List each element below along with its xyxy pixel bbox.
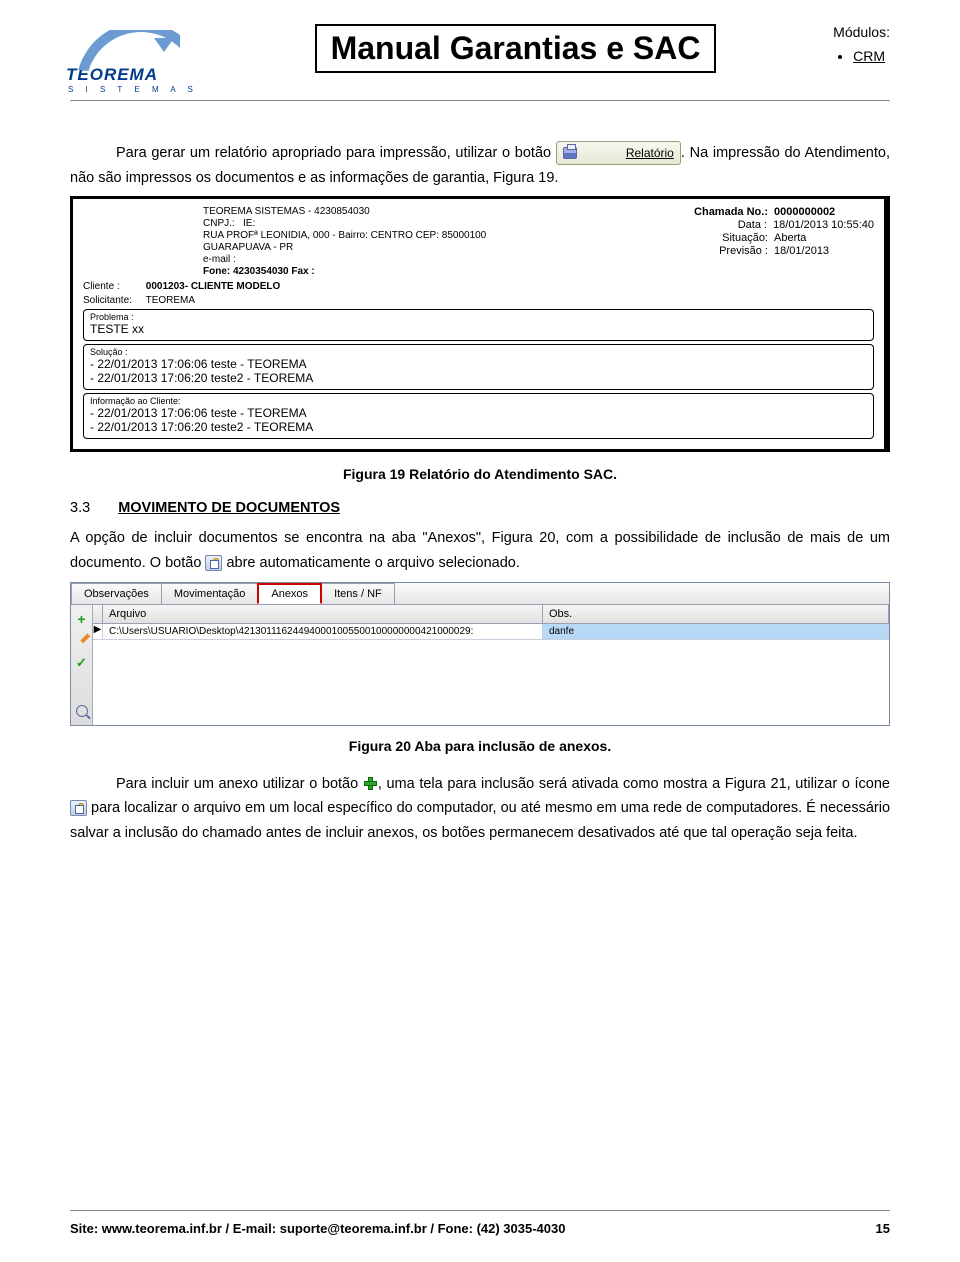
report-email: e-mail : bbox=[203, 254, 486, 265]
check-icon: ✓ bbox=[76, 655, 87, 671]
paragraph-intro: Para gerar um relatório apropriado para … bbox=[70, 141, 890, 190]
pencil-icon bbox=[76, 635, 88, 647]
add-anexo-button[interactable]: + bbox=[74, 611, 90, 627]
modules-block: Módulos: CRM bbox=[833, 24, 890, 64]
anexos-row[interactable]: ▶ C:\Users\USUARIO\Desktop\4213011162449… bbox=[93, 624, 889, 640]
report-solicitante-row: Solicitante: TEOREMA bbox=[83, 295, 874, 306]
paragraph-2b: abre automaticamente o arquivo seleciona… bbox=[226, 555, 519, 571]
figure-19-caption: Figura 19 Relatório do Atendimento SAC. bbox=[70, 466, 890, 482]
anexos-grid: Arquivo Obs. ▶ C:\Users\USUARIO\Desktop\… bbox=[93, 605, 889, 725]
section-title: MOVIMENTO DE DOCUMENTOS bbox=[118, 500, 340, 516]
manual-title: Manual Garantias e SAC bbox=[315, 24, 717, 73]
column-arquivo[interactable]: Arquivo bbox=[103, 605, 543, 623]
page-footer: Site: www.teorema.inf.br / E-mail: supor… bbox=[70, 1210, 890, 1236]
header-separator bbox=[70, 100, 890, 101]
confirm-anexo-button[interactable]: ✓ bbox=[74, 655, 90, 671]
report-company-block: TEOREMA SISTEMAS - 4230854030 CNPJ.: IE:… bbox=[203, 205, 486, 278]
report-company: TEOREMA SISTEMAS - 4230854030 bbox=[203, 206, 486, 217]
plus-icon: + bbox=[77, 612, 85, 626]
cell-arquivo: C:\Users\USUARIO\Desktop\421301116244940… bbox=[103, 624, 543, 639]
relatorio-button[interactable]: Relatório bbox=[556, 141, 681, 165]
figure-20-caption: Figura 20 Aba para inclusão de anexos. bbox=[70, 738, 890, 754]
tab-observacoes[interactable]: Observações bbox=[71, 583, 162, 604]
footer-separator bbox=[70, 1210, 890, 1211]
report-phone: Fone: 4230354030 Fax : bbox=[203, 266, 486, 277]
open-file-icon[interactable] bbox=[205, 555, 222, 571]
report-info-box: Informação ao Cliente: - 22/01/2013 17:0… bbox=[83, 393, 874, 439]
anexos-toolbar: + ✓ bbox=[71, 605, 93, 725]
report-screenshot: TEOREMA SISTEMAS - 4230854030 CNPJ.: IE:… bbox=[70, 196, 890, 452]
section-heading: 3.3 MOVIMENTO DE DOCUMENTOS bbox=[70, 500, 890, 516]
logo: TEOREMA S I S T E M A S bbox=[70, 30, 198, 94]
report-problema-box: Problema : TESTE xx bbox=[83, 309, 874, 341]
plus-icon-inline[interactable] bbox=[363, 776, 378, 791]
modules-label: Módulos: bbox=[833, 24, 890, 40]
logo-arc-icon bbox=[70, 30, 180, 70]
column-obs[interactable]: Obs. bbox=[543, 605, 889, 623]
report-address: RUA PROFª LEONIDIA, 000 - Bairro: CENTRO… bbox=[203, 230, 486, 241]
paragraph-anexo-howto: Para incluir um anexo utilizar o botão ,… bbox=[70, 772, 890, 846]
report-solucao-box: Solução : - 22/01/2013 17:06:06 teste - … bbox=[83, 344, 874, 390]
paragraph-3c: para localizar o arquivo em um local esp… bbox=[70, 800, 890, 841]
footer-contact: Site: www.teorema.inf.br / E-mail: supor… bbox=[70, 1221, 565, 1236]
page-number: 15 bbox=[876, 1221, 890, 1236]
paragraph-anexos-intro: A opção de incluir documentos se encontr… bbox=[70, 526, 890, 575]
tab-movimentacao[interactable]: Movimentação bbox=[161, 583, 259, 604]
report-meta-block: Chamada No.:0000000002 Data :18/01/2013 … bbox=[687, 205, 874, 278]
logo-subtitle: S I S T E M A S bbox=[68, 85, 198, 94]
paragraph-intro-a: Para gerar um relatório apropriado para … bbox=[116, 145, 556, 161]
relatorio-button-label: Relatório bbox=[580, 143, 674, 163]
page-header: TEOREMA S I S T E M A S Manual Garantias… bbox=[70, 20, 890, 94]
report-city: GUARAPUAVA - PR bbox=[203, 242, 486, 253]
view-anexo-button[interactable] bbox=[74, 703, 90, 719]
folder-open-icon[interactable] bbox=[70, 800, 87, 816]
zoom-icon bbox=[76, 705, 88, 717]
tab-anexos[interactable]: Anexos bbox=[257, 583, 322, 604]
anexos-screenshot: Observações Movimentação Anexos Itens / … bbox=[70, 582, 890, 726]
row-marker-icon: ▶ bbox=[93, 624, 103, 639]
section-number: 3.3 bbox=[70, 500, 90, 516]
tab-itens-nf[interactable]: Itens / NF bbox=[321, 583, 395, 604]
report-cnpj: CNPJ.: IE: bbox=[203, 218, 486, 229]
paragraph-3a: Para incluir um anexo utilizar o botão bbox=[116, 776, 363, 792]
paragraph-3b: , uma tela para inclusão será ativada co… bbox=[378, 776, 890, 792]
anexos-tabs: Observações Movimentação Anexos Itens / … bbox=[71, 583, 889, 605]
report-client-row: Cliente : 0001203- CLIENTE MODELO bbox=[83, 281, 874, 292]
print-icon bbox=[563, 147, 577, 159]
cell-obs[interactable]: danfe bbox=[543, 624, 889, 639]
module-item: CRM bbox=[853, 48, 890, 64]
edit-anexo-button[interactable] bbox=[74, 633, 90, 649]
